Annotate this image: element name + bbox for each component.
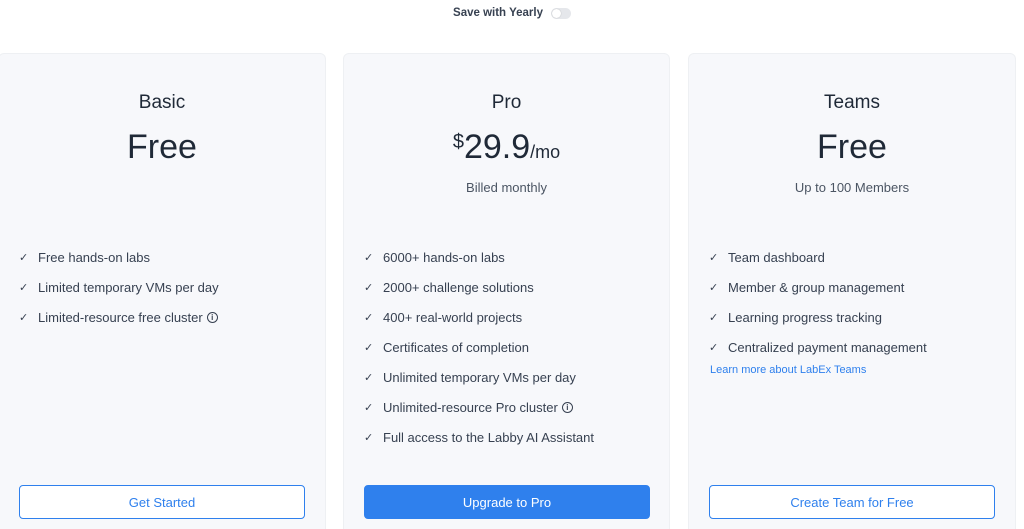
yearly-toggle-switch[interactable]	[550, 7, 571, 19]
check-icon: ✓	[709, 251, 719, 264]
yearly-toggle-row: Save with Yearly	[0, 4, 1024, 22]
check-icon: ✓	[19, 251, 29, 264]
plan-name: Pro	[491, 92, 522, 113]
feature-text: Free hands-on labs	[38, 249, 151, 265]
feature-text: 6000+ hands-on labs	[383, 249, 505, 265]
learn-more-teams-link[interactable]: Learn more about LabEx Teams	[710, 364, 866, 376]
check-icon: ✓	[709, 341, 719, 354]
feature-text: 400+ real-world projects	[383, 309, 523, 325]
plan-price: Free	[127, 128, 197, 166]
feature-item: ✓ Free hands-on labs	[19, 242, 219, 272]
price-currency: $	[452, 131, 464, 153]
check-icon: ✓	[709, 311, 719, 324]
feature-item: ✓ Team dashboard	[709, 242, 927, 272]
check-icon: ✓	[19, 281, 29, 294]
yearly-toggle-label: Save with Yearly	[453, 7, 543, 19]
plan-card-basic: Basic Free ✓ Free hands-on labs ✓ Limited …	[0, 53, 326, 529]
check-icon: ✓	[19, 311, 29, 324]
feature-item: ✓ Limited temporary VMs per day	[19, 272, 219, 302]
check-icon: ✓	[364, 401, 374, 414]
billing-note: Billed monthly	[466, 180, 547, 195]
feature-item: ✓ Certificates of completion	[364, 332, 594, 362]
check-icon: ✓	[364, 281, 374, 294]
plan-card-pro: Pro $29.9/mo Billed monthly ✓ 6000+ hands…	[343, 53, 670, 529]
feature-item: ✓ Limited-resource free cluster i	[19, 302, 219, 332]
check-icon: ✓	[364, 371, 374, 384]
upgrade-to-pro-button[interactable]: Upgrade to Pro	[364, 485, 650, 519]
feature-item: ✓ 2000+ challenge solutions	[364, 272, 594, 302]
feature-item: ✓ 6000+ hands-on labs	[364, 242, 594, 272]
feature-text: Member & group management	[728, 279, 905, 295]
check-icon: ✓	[364, 311, 374, 324]
check-icon: ✓	[364, 431, 374, 444]
check-icon: ✓	[709, 281, 719, 294]
feature-text: Full access to the Labby AI Assistant	[383, 429, 595, 445]
feature-text: Unlimited-resource Pro cluster	[383, 399, 558, 415]
feature-text: Centralized payment management	[728, 339, 927, 355]
toggle-knob	[551, 8, 561, 18]
create-team-button[interactable]: Create Team for Free	[709, 485, 995, 519]
feature-item: ✓ Full access to the Labby AI Assistant	[364, 422, 594, 452]
plan-name: Basic	[138, 92, 186, 113]
plan-name: Teams	[824, 92, 880, 113]
member-limit: Up to 100 Members	[794, 180, 910, 195]
feature-item: ✓ Member & group management	[709, 272, 927, 302]
feature-item: ✓ Centralized payment management	[709, 332, 927, 362]
feature-list: ✓ 6000+ hands-on labs ✓ 2000+ challenge so…	[364, 242, 594, 452]
plan-price: Free	[817, 128, 887, 166]
plan-price: $29.9/mo	[344, 130, 669, 164]
feature-text: Limited temporary VMs per day	[38, 279, 219, 295]
feature-text: Unlimited temporary VMs per day	[383, 369, 576, 385]
feature-item: ✓ Unlimited temporary VMs per day	[364, 362, 594, 392]
feature-text: Limited-resource free cluster	[38, 309, 203, 325]
price-amount: 29.9	[463, 128, 531, 166]
feature-text: 2000+ challenge solutions	[383, 279, 534, 295]
price-period: /mo	[530, 142, 561, 162]
feature-text: Learning progress tracking	[728, 309, 882, 325]
get-started-button[interactable]: Get Started	[19, 485, 305, 519]
feature-item: ✓ 400+ real-world projects	[364, 302, 594, 332]
plan-card-teams: Teams Free Up to 100 Members ✓ Team dashb…	[688, 53, 1016, 529]
feature-text: Certificates of completion	[383, 339, 529, 355]
check-icon: ✓	[364, 341, 374, 354]
check-icon: ✓	[364, 251, 374, 264]
feature-list: ✓ Team dashboard ✓ Member & group manageme…	[709, 242, 927, 362]
info-icon[interactable]: i	[206, 311, 218, 323]
info-icon[interactable]: i	[561, 401, 573, 413]
feature-item: ✓ Unlimited-resource Pro cluster i	[364, 392, 594, 422]
feature-item: ✓ Learning progress tracking	[709, 302, 927, 332]
feature-text: Team dashboard	[728, 249, 825, 265]
feature-list: ✓ Free hands-on labs ✓ Limited temporary V…	[19, 242, 219, 332]
